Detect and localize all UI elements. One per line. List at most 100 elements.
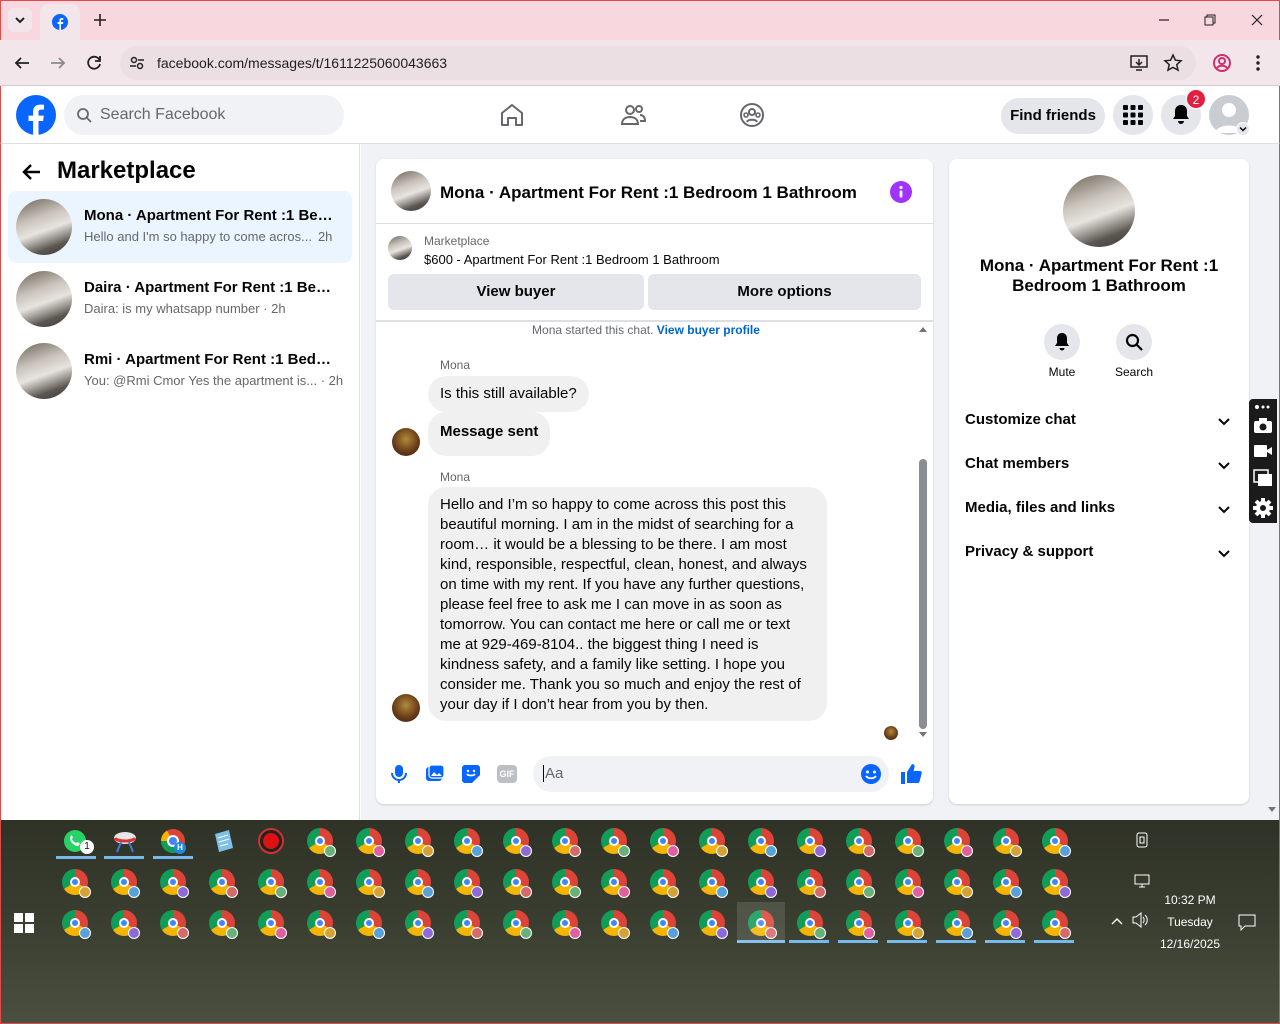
chrome-profile-icon[interactable] (62, 869, 91, 898)
chat-members-section[interactable]: Chat members (965, 455, 1235, 479)
chrome-profile-icon[interactable] (748, 869, 777, 898)
chrome-profile-icon[interactable] (993, 828, 1022, 857)
chrome-profile-icon[interactable] (111, 869, 140, 898)
chrome-profile-icon[interactable] (307, 869, 336, 898)
url-text[interactable]: facebook.com/messages/t/1611225060043663 (157, 55, 447, 71)
browser-tab-facebook[interactable] (40, 4, 80, 40)
nav-groups[interactable] (737, 100, 767, 130)
info-thumbnail[interactable] (1063, 175, 1135, 247)
chrome-profile-icon[interactable] (356, 869, 385, 898)
chrome-profile-icon[interactable] (307, 828, 336, 857)
chrome-profile-icon[interactable] (1042, 869, 1071, 898)
account-chevron[interactable] (1236, 122, 1250, 136)
recorder-taskbar-icon[interactable] (258, 828, 284, 854)
chrome-profile-icon[interactable] (699, 910, 728, 939)
new-tab-button[interactable] (88, 8, 112, 32)
clock-time[interactable]: 10:32 PM (1150, 893, 1230, 907)
view-buyer-button[interactable]: View buyer (388, 274, 644, 310)
reload-button[interactable] (82, 51, 106, 75)
chrome-profile-icon[interactable] (699, 869, 728, 898)
conversation-item-mona[interactable]: Mona · Apartment For Rent :1 Bedroom 1 B… (8, 191, 352, 263)
chrome-profile-icon[interactable] (699, 828, 728, 857)
sender-avatar[interactable] (392, 694, 420, 722)
chrome-profile-icon[interactable] (797, 828, 826, 857)
chrome-profile-icon[interactable] (552, 869, 581, 898)
notepad-taskbar-icon[interactable] (209, 828, 237, 856)
chrome-profile-icon[interactable] (258, 869, 287, 898)
chrome-profile-icon[interactable] (895, 828, 924, 857)
attach-photo-button[interactable] (425, 764, 445, 784)
chrome-profile-icon[interactable] (454, 828, 483, 857)
chat-scrollbar[interactable] (917, 323, 929, 741)
back-button[interactable] (10, 51, 34, 75)
chrome-profile-icon[interactable] (160, 869, 189, 898)
chrome-profile-icon[interactable] (503, 910, 532, 939)
page-scroll-down[interactable] (1266, 804, 1278, 816)
settings-gear-icon[interactable] (1252, 497, 1274, 519)
taskbar-side-icon[interactable] (1134, 873, 1150, 889)
message-input[interactable]: Aa (533, 756, 889, 792)
start-button[interactable] (14, 913, 34, 933)
chrome-profile-icon[interactable] (405, 828, 434, 857)
site-info-icon[interactable] (128, 54, 146, 72)
chat-header-title[interactable]: Mona · Apartment For Rent :1 Bedroom 1 B… (440, 183, 857, 203)
chrome-profile-icon[interactable] (895, 869, 924, 898)
restore-button[interactable] (1198, 8, 1222, 32)
chrome-profile-icon[interactable] (650, 910, 679, 939)
video-camera-icon[interactable] (1253, 443, 1273, 459)
message-bubble[interactable]: Is this still available? (428, 376, 589, 412)
chrome-profile-icon[interactable] (601, 910, 630, 939)
send-like-button[interactable] (899, 762, 923, 786)
voice-clip-button[interactable] (389, 764, 409, 784)
mute-button[interactable] (1044, 324, 1080, 360)
emoji-icon[interactable] (860, 763, 882, 785)
camera-icon[interactable] (1253, 417, 1273, 435)
chrome-profile-icon[interactable] (552, 828, 581, 857)
chrome-profile-icon[interactable] (405, 869, 434, 898)
chrome-profile-icon[interactable] (944, 910, 973, 939)
sticker-button[interactable] (461, 764, 481, 784)
facebook-logo[interactable] (16, 95, 56, 135)
profile-icon[interactable] (1212, 53, 1232, 73)
chrome-profile-icon[interactable] (503, 828, 532, 857)
chrome-profile-icon[interactable] (160, 910, 189, 939)
chrome-profile-icon[interactable] (944, 869, 973, 898)
media-files-links-section[interactable]: Media, files and links (965, 499, 1235, 523)
chrome-profile-icon[interactable] (650, 869, 679, 898)
chrome-profile-icon[interactable] (454, 869, 483, 898)
chrome-profile-icon[interactable] (209, 869, 238, 898)
chrome-profile-icon[interactable] (503, 869, 532, 898)
chrome-profile-icon[interactable] (944, 828, 973, 857)
sender-avatar[interactable] (392, 428, 420, 456)
snipping-tool-taskbar-icon[interactable] (111, 828, 139, 856)
chrome-profile-icon[interactable] (846, 869, 875, 898)
chrome-profile-icon[interactable] (993, 910, 1022, 939)
close-window-button[interactable] (1245, 8, 1269, 32)
chrome-profile-icon[interactable] (552, 910, 581, 939)
conversation-item-rmi[interactable]: Rmi · Apartment For Rent :1 Bedroom 1 Ba… (8, 335, 352, 407)
chrome-profile-icon[interactable] (748, 828, 777, 857)
clock-date[interactable]: 12/16/2025 (1150, 937, 1230, 951)
chrome-profile-icon[interactable] (356, 828, 385, 857)
chrome-profile-icon[interactable] (650, 828, 679, 857)
chrome-profile-icon[interactable] (993, 869, 1022, 898)
chrome-profile-icon[interactable] (797, 910, 826, 939)
chrome-profile-icon[interactable] (111, 910, 140, 939)
chrome-profile-icon[interactable] (846, 910, 875, 939)
taskbar-side-icon[interactable] (1134, 832, 1150, 848)
show-hidden-icons[interactable] (1110, 914, 1124, 928)
chrome-profile-icon[interactable] (209, 910, 238, 939)
facebook-search[interactable]: Search Facebook (64, 95, 344, 135)
chrome-profile-icon[interactable] (601, 869, 630, 898)
more-icon[interactable] (1253, 403, 1273, 411)
minimize-button[interactable] (1152, 8, 1176, 32)
privacy-support-section[interactable]: Privacy & support (965, 543, 1235, 567)
menu-button[interactable] (1113, 95, 1153, 135)
more-options-button[interactable]: More options (648, 274, 921, 310)
find-friends-button[interactable]: Find friends (1001, 98, 1105, 134)
forward-button[interactable] (46, 51, 70, 75)
bookmark-star-icon[interactable] (1163, 53, 1183, 73)
chrome-profile-icon[interactable] (356, 910, 385, 939)
customize-chat-section[interactable]: Customize chat (965, 411, 1235, 435)
back-arrow-button[interactable] (20, 160, 44, 184)
